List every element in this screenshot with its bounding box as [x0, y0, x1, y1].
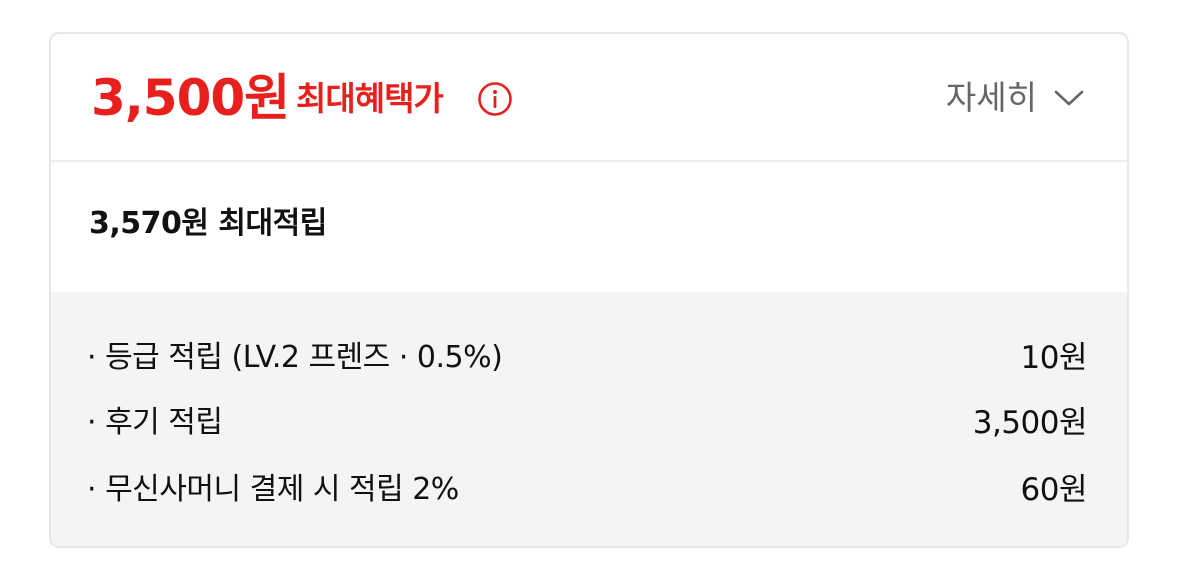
max-accumulation-text: 3,570원 최대적립	[89, 206, 327, 241]
benefit-header: 3,500원 최대혜택가 자세히	[51, 34, 1127, 162]
accumulation-item-value: 3,500원	[972, 404, 1088, 441]
list-item: · 후기 적립 3,500원	[87, 397, 1088, 441]
accumulation-item-label: · 무신사머니 결제 시 적립 2%	[87, 472, 459, 507]
accumulation-item-value: 60원	[1020, 471, 1088, 508]
accumulation-item-value: 10원	[1020, 339, 1088, 376]
chevron-down-icon	[1054, 90, 1084, 106]
accumulation-breakdown: · 등급 적립 (LV.2 프렌즈 · 0.5%) 10원 · 후기 적립 3,…	[51, 292, 1127, 546]
accumulation-item-label: · 후기 적립	[87, 405, 223, 440]
list-item: · 무신사머니 결제 시 적립 2% 60원	[87, 464, 1088, 508]
max-benefit-label: 최대혜택가	[296, 79, 444, 118]
detail-label: 자세히	[945, 78, 1037, 117]
info-circle-icon[interactable]	[477, 81, 513, 117]
benefit-card: 3,500원 최대혜택가 자세히 3,570원 최대적립 · 등급 적립 (LV…	[49, 32, 1129, 548]
list-item: · 등급 적립 (LV.2 프렌즈 · 0.5%) 10원	[87, 332, 1088, 376]
accumulation-item-label: · 등급 적립 (LV.2 프렌즈 · 0.5%)	[87, 340, 503, 375]
max-benefit-price: 3,500원	[91, 69, 290, 127]
accumulation-summary: 3,570원 최대적립	[51, 162, 1127, 292]
detail-toggle-button[interactable]: 자세히	[946, 76, 1085, 120]
